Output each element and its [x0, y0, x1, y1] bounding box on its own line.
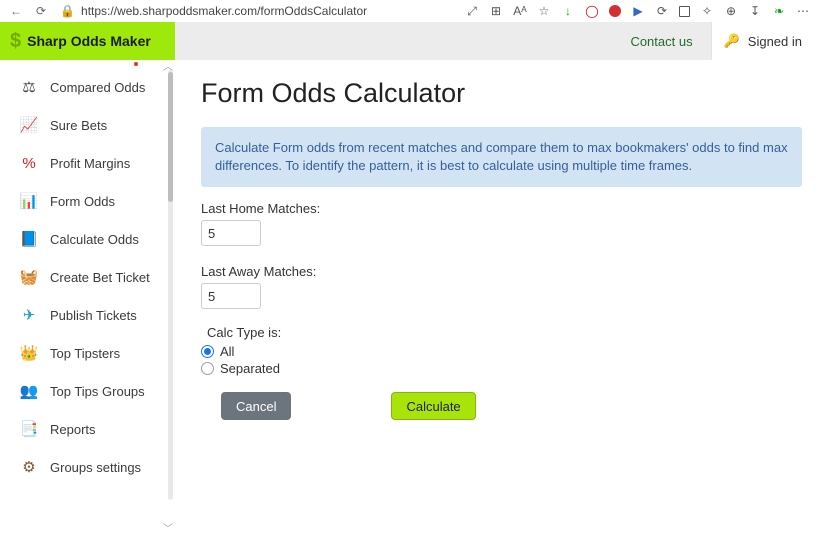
- cancel-button-label: Cancel: [236, 399, 276, 414]
- back-icon[interactable]: ←: [10, 4, 22, 18]
- top-tips-groups-icon: 👥: [20, 382, 38, 400]
- sidebar-item-calculate-odds[interactable]: 📘 Calculate Odds: [0, 220, 175, 258]
- reports-icon: 📑: [20, 420, 38, 438]
- sidebar-item-create-bet-ticket[interactable]: 🧺 Create Bet Ticket: [0, 258, 175, 296]
- extension-o-icon[interactable]: ◯: [585, 4, 599, 18]
- sidebar-item-groups-settings[interactable]: ⚙ Groups settings: [0, 448, 175, 486]
- brand-area[interactable]: $ Sharp Odds Maker: [0, 22, 175, 60]
- form-odds-icon: 📊: [20, 192, 38, 210]
- groups-settings-icon: ⚙: [20, 458, 38, 476]
- contact-link[interactable]: Contact us: [612, 22, 710, 60]
- sidebar-item-reports[interactable]: 📑 Reports: [0, 410, 175, 448]
- extension-ab-icon[interactable]: [609, 5, 621, 17]
- notification-dot-icon: [134, 62, 138, 66]
- sidebar-item-compared-odds[interactable]: ⚖ Compared Odds: [0, 68, 175, 106]
- sidebar-item-label: Form Odds: [50, 194, 115, 209]
- sidebar-item-publish-tickets[interactable]: ✈ Publish Tickets: [0, 296, 175, 334]
- download-arrow-icon[interactable]: ↓: [561, 4, 575, 18]
- signed-in-area[interactable]: 🔑 Signed in: [711, 22, 820, 60]
- reader-icon[interactable]: ⤢: [465, 4, 479, 18]
- brand-text: Sharp Odds Maker: [27, 33, 151, 49]
- calc-type-all-row[interactable]: All: [201, 344, 802, 359]
- last-away-label: Last Away Matches:: [201, 264, 802, 279]
- key-icon: 🔑: [724, 33, 740, 49]
- calc-type-label: Calc Type is:: [207, 325, 802, 340]
- radio-all[interactable]: [201, 345, 214, 358]
- last-away-input[interactable]: [201, 283, 261, 309]
- sidebar-item-label: Top Tipsters: [50, 346, 120, 361]
- contact-label: Contact us: [630, 34, 692, 49]
- more-icon[interactable]: ⋯: [796, 4, 810, 18]
- radio-separated-label: Separated: [220, 361, 280, 376]
- sidebar-item-top-tipsters[interactable]: 👑 Top Tipsters: [0, 334, 175, 372]
- publish-tickets-icon: ✈: [20, 306, 38, 324]
- sidebar-item-label: Compared Odds: [50, 80, 145, 95]
- collections-icon[interactable]: ⊕: [724, 4, 738, 18]
- split-icon[interactable]: [679, 6, 690, 17]
- compared-odds-icon: ⚖: [20, 78, 38, 96]
- main-panel: Form Odds Calculator Calculate Form odds…: [175, 60, 820, 533]
- browser-chrome: ← ⟳ 🔒 https://web.sharpoddsmaker.com/for…: [0, 0, 820, 22]
- app-header: $ Sharp Odds Maker Contact us 🔑 Signed i…: [0, 22, 820, 60]
- signed-in-label: Signed in: [748, 34, 802, 49]
- last-home-label: Last Home Matches:: [201, 201, 802, 216]
- apps-icon[interactable]: ⊞: [489, 4, 503, 18]
- sidebar-item-label: Reports: [50, 422, 96, 437]
- sidebar-scroll-down-icon[interactable]: ﹀: [163, 520, 173, 533]
- sidebar-item-label: Create Bet Ticket: [50, 270, 150, 285]
- sure-bets-icon: 📈: [20, 116, 38, 134]
- top-tipsters-icon: 👑: [20, 344, 38, 362]
- sidebar-item-form-odds[interactable]: 📊 Form Odds: [0, 182, 175, 220]
- extension-sync-icon[interactable]: ⟳: [655, 4, 669, 18]
- calc-type-separated-row[interactable]: Separated: [201, 361, 802, 376]
- sidebar-item-sure-bets[interactable]: 📈 Sure Bets: [0, 106, 175, 144]
- text-size-icon[interactable]: Aᴬ: [513, 4, 527, 18]
- radio-separated[interactable]: [201, 362, 214, 375]
- profit-margins-icon: %: [20, 155, 38, 172]
- sidebar-item-label: Calculate Odds: [50, 232, 139, 247]
- sidebar-item-label: Publish Tickets: [50, 308, 137, 323]
- chrome-tail-icons: ⤢ ⊞ Aᴬ ☆ ↓ ◯ ▶ ⟳ ✧ ⊕ ↧ ❧ ⋯: [465, 4, 810, 18]
- sidebar-item-profit-margins[interactable]: % Profit Margins: [0, 144, 175, 182]
- page-title: Form Odds Calculator: [201, 78, 802, 109]
- cancel-button[interactable]: Cancel: [221, 392, 291, 420]
- sidebar-item-label: Groups settings: [50, 460, 141, 475]
- calculate-odds-icon: 📘: [20, 230, 38, 248]
- sidebar-item-label: Top Tips Groups: [50, 384, 145, 399]
- extension-flag-icon[interactable]: ▶: [631, 4, 645, 18]
- favorites-icon[interactable]: ✧: [700, 4, 714, 18]
- sidebar-item-top-tips-groups[interactable]: 👥 Top Tips Groups: [0, 372, 175, 410]
- radio-all-label: All: [220, 344, 234, 359]
- extension-leaf-icon[interactable]: ❧: [772, 4, 786, 18]
- sidebar-scroll-up-icon[interactable]: ︿: [163, 58, 173, 73]
- calculate-button[interactable]: Calculate: [391, 392, 475, 420]
- calculate-button-label: Calculate: [406, 399, 460, 414]
- star-icon[interactable]: ☆: [537, 4, 551, 18]
- info-banner: Calculate Form odds from recent matches …: [201, 127, 802, 187]
- address-bar[interactable]: 🔒 https://web.sharpoddsmaker.com/formOdd…: [60, 4, 451, 18]
- refresh-icon[interactable]: ⟳: [36, 4, 46, 18]
- lock-icon: 🔒: [60, 4, 75, 18]
- button-row: Cancel Calculate: [201, 392, 802, 420]
- create-bet-ticket-icon: 🧺: [20, 268, 38, 286]
- sidebar-item-label: Profit Margins: [50, 156, 130, 171]
- downloads-icon[interactable]: ↧: [748, 4, 762, 18]
- sidebar: ⚖ Compared Odds 📈 Sure Bets% Profit Margins 📊…: [0, 60, 175, 533]
- last-home-input[interactable]: [201, 220, 261, 246]
- sidebar-scrollbar-thumb[interactable]: [168, 72, 173, 202]
- url-text: https://web.sharpoddsmaker.com/formOddsC…: [81, 4, 367, 18]
- sidebar-item-label: Sure Bets: [50, 118, 107, 133]
- brand-logo-icon: $: [10, 30, 21, 53]
